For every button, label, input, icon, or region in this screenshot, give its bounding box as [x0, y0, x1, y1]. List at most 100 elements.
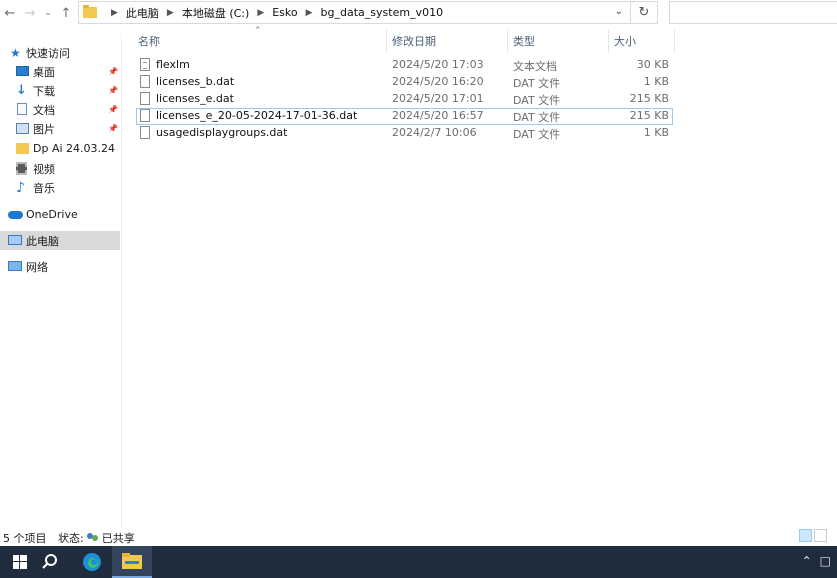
file-size: 215 KB: [629, 92, 669, 105]
pin-icon[interactable]: 📌: [108, 105, 118, 114]
sidebar-item-label: 音乐: [33, 181, 55, 195]
sidebar-item-music[interactable]: ♪ 音乐: [0, 178, 120, 197]
column-divider[interactable]: [386, 30, 387, 52]
sidebar-item-label: 下载: [33, 84, 55, 98]
up-arrow-icon[interactable]: ↑: [56, 3, 76, 23]
share-state: 状态: 已共享: [58, 530, 135, 546]
pin-icon[interactable]: 📌: [108, 67, 118, 76]
sidebar-item-label: Dp Ai 24.03.24: [33, 142, 116, 155]
file-date: 2024/5/20 16:20: [392, 75, 484, 88]
pin-icon[interactable]: 📌: [108, 124, 118, 133]
sidebar-item-videos[interactable]: 视频: [0, 159, 120, 178]
file-icon: [140, 92, 150, 105]
sidebar-item-label: 桌面: [33, 65, 55, 79]
file-row[interactable]: licenses_e.dat 2024/5/20 17:01 DAT 文件 21…: [136, 91, 673, 108]
breadcrumb-this-pc[interactable]: 此电脑: [126, 5, 159, 21]
file-type: DAT 文件: [513, 77, 561, 90]
sidebar-item-label: 视频: [33, 162, 55, 176]
column-divider[interactable]: [608, 30, 609, 52]
address-bar[interactable]: ▶ 此电脑 ▶ 本地磁盘 (C:) ▶ Esko ▶ bg_data_syste…: [78, 1, 658, 24]
large-icons-view-icon[interactable]: [814, 529, 827, 542]
item-count: 5 个项目: [3, 532, 47, 545]
sidebar-item-desktop[interactable]: 桌面 📌: [0, 62, 120, 81]
search-icon: [42, 554, 57, 569]
chevron-right-icon[interactable]: ▶: [257, 8, 264, 18]
sidebar-item-label: 网络: [26, 260, 48, 274]
sidebar-item-label: 图片: [33, 122, 55, 136]
document-icon: [17, 103, 27, 115]
pin-icon[interactable]: 📌: [108, 86, 118, 95]
file-icon: [140, 126, 150, 139]
edge-browser-button[interactable]: [72, 546, 112, 578]
sidebar-item-dp-ai[interactable]: Dp Ai 24.03.24: [0, 139, 120, 158]
file-icon: [140, 109, 150, 122]
column-header-name[interactable]: 名称: [138, 30, 386, 52]
column-header-date[interactable]: 修改日期: [392, 30, 506, 52]
chevron-right-icon[interactable]: ▶: [306, 8, 313, 18]
sidebar-item-network[interactable]: 网络: [0, 257, 120, 276]
recent-locations-chevron-icon[interactable]: ⌄: [38, 3, 58, 23]
search-input[interactable]: [669, 1, 837, 24]
chevron-right-icon[interactable]: ▶: [167, 8, 174, 18]
file-size: 1 KB: [643, 75, 669, 88]
sidebar-item-pictures[interactable]: 图片 📌: [0, 119, 120, 138]
cloud-icon: [8, 211, 23, 219]
details-view-icon[interactable]: [799, 529, 812, 542]
folder-icon: [16, 143, 29, 154]
windows-logo-icon: [13, 555, 27, 569]
network-icon: [8, 261, 22, 271]
file-date: 2024/5/20 16:57: [392, 109, 484, 122]
column-header-type[interactable]: 类型: [513, 30, 607, 52]
file-date: 2024/5/20 17:01: [392, 92, 484, 105]
sidebar-item-downloads[interactable]: ↓ 下载 📌: [0, 81, 120, 100]
sidebar-item-onedrive[interactable]: OneDrive: [0, 205, 120, 224]
breadcrumb-local-disk[interactable]: 本地磁盘 (C:): [182, 5, 249, 21]
desktop-icon: [16, 66, 29, 76]
share-state-value: 已共享: [101, 532, 135, 545]
sidebar-item-this-pc[interactable]: 此电脑: [0, 231, 120, 250]
music-note-icon: ♪: [16, 179, 25, 196]
taskbar: ⌃ □: [0, 546, 837, 578]
sidebar-item-label: OneDrive: [26, 208, 78, 221]
network-status-icon[interactable]: □: [820, 554, 831, 568]
file-size: 1 KB: [643, 126, 669, 139]
breadcrumb-esko[interactable]: Esko: [272, 6, 297, 19]
file-row[interactable]: licenses_e_20-05-2024-17-01-36.dat 2024/…: [136, 108, 673, 125]
sidebar-item-label: 文档: [33, 103, 55, 117]
share-state-label: 状态:: [58, 532, 84, 545]
sidebar-item-quick-access[interactable]: ★ 快速访问: [0, 43, 120, 62]
folder-icon: [83, 5, 97, 18]
sidebar-item-documents[interactable]: 文档 📌: [0, 100, 120, 119]
column-header-size[interactable]: 大小: [614, 30, 674, 52]
breadcrumb-current-folder[interactable]: bg_data_system_v010: [321, 6, 444, 19]
file-date: 2024/5/20 17:03: [392, 58, 484, 71]
file-name: flexlm: [156, 58, 190, 71]
file-icon: [140, 75, 150, 88]
search-button[interactable]: [30, 546, 70, 578]
file-row[interactable]: usagedisplaygroups.dat 2024/2/7 10:06 DA…: [136, 125, 673, 142]
file-row[interactable]: licenses_b.dat 2024/5/20 16:20 DAT 文件 1 …: [136, 74, 673, 91]
status-bar: 5 个项目 状态: 已共享: [0, 528, 837, 546]
navigation-pane: ★ 快速访问 桌面 📌 ↓ 下载 📌 文档 📌 图片 📌 Dp Ai 24.03…: [0, 34, 122, 528]
chevron-right-icon[interactable]: ▶: [111, 8, 118, 18]
file-name: usagedisplaygroups.dat: [156, 126, 288, 139]
file-type: DAT 文件: [513, 111, 561, 124]
address-dropdown-icon[interactable]: ⌄: [615, 6, 623, 17]
forward-arrow-icon[interactable]: →: [20, 3, 40, 23]
file-row[interactable]: flexlm 2024/5/20 17:03 文本文档 30 KB: [136, 57, 673, 74]
navigation-bar: ← → ⌄ ↑ ▶ 此电脑 ▶ 本地磁盘 (C:) ▶ Esko ▶ bg_da…: [0, 0, 837, 26]
column-divider[interactable]: [507, 30, 508, 52]
file-type: DAT 文件: [513, 128, 561, 141]
sidebar-item-label: 此电脑: [26, 234, 59, 248]
file-type: DAT 文件: [513, 94, 561, 107]
text-document-icon: [140, 58, 150, 71]
refresh-icon[interactable]: ↻: [630, 2, 657, 23]
file-explorer-button[interactable]: [112, 546, 152, 578]
file-size: 30 KB: [636, 58, 669, 71]
column-divider[interactable]: [674, 30, 675, 52]
star-icon: ★: [10, 45, 21, 60]
picture-icon: [16, 123, 29, 134]
back-arrow-icon[interactable]: ←: [0, 3, 20, 23]
chevron-up-icon[interactable]: ⌃: [802, 554, 812, 568]
computer-icon: [8, 235, 22, 245]
